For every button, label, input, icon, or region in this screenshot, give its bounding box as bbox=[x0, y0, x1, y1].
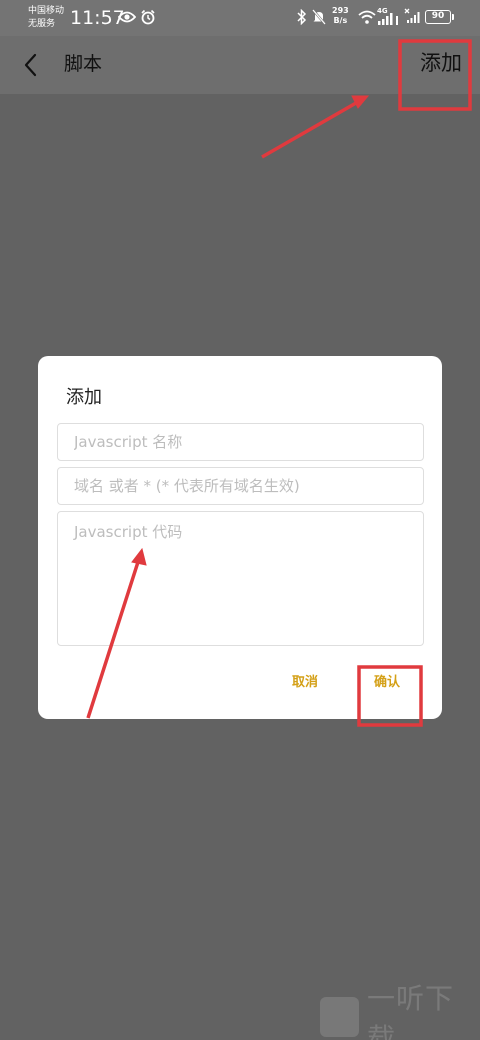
script-code-input[interactable] bbox=[57, 511, 424, 646]
domain-input[interactable] bbox=[57, 467, 424, 505]
network-speed: 293 B/s bbox=[332, 6, 349, 26]
watermark-logo bbox=[320, 997, 359, 1037]
speed-value: 293 bbox=[332, 6, 349, 15]
mute-bell-icon bbox=[312, 9, 326, 25]
no-signal-icon bbox=[404, 8, 420, 23]
clock: 11:57 bbox=[70, 7, 125, 29]
dialog-title: 添加 bbox=[66, 387, 102, 408]
arrow-to-add bbox=[261, 95, 370, 159]
eye-icon bbox=[118, 11, 136, 23]
watermark-text: 一听下载 bbox=[366, 982, 454, 1040]
wifi-icon bbox=[358, 10, 376, 24]
speed-unit: B/s bbox=[333, 16, 348, 25]
script-name-input[interactable] bbox=[57, 423, 424, 461]
status-bar: 中国移动 无服务 11:57 293 B/s 4G 90 bbox=[0, 0, 480, 36]
watermark: 一听下载 bbox=[320, 982, 480, 1040]
app-bar: 脚本 添加 bbox=[0, 36, 480, 94]
cancel-button[interactable]: 取消 bbox=[292, 674, 318, 692]
signal-icon bbox=[378, 13, 398, 25]
battery-indicator: 90 bbox=[425, 10, 454, 24]
carrier-name: 中国移动 bbox=[28, 6, 65, 16]
back-arrow-icon[interactable] bbox=[16, 50, 46, 80]
alarm-icon bbox=[141, 9, 155, 25]
add-script-button[interactable]: 添加 bbox=[420, 48, 462, 78]
confirm-button[interactable]: 确认 bbox=[374, 674, 400, 692]
carrier-info: 中国移动 无服务 bbox=[28, 5, 64, 31]
service-status: 无服务 bbox=[28, 19, 56, 29]
page-title: 脚本 bbox=[64, 53, 103, 75]
bluetooth-icon bbox=[297, 9, 307, 25]
add-script-dialog: 添加 取消 确认 bbox=[38, 356, 442, 719]
